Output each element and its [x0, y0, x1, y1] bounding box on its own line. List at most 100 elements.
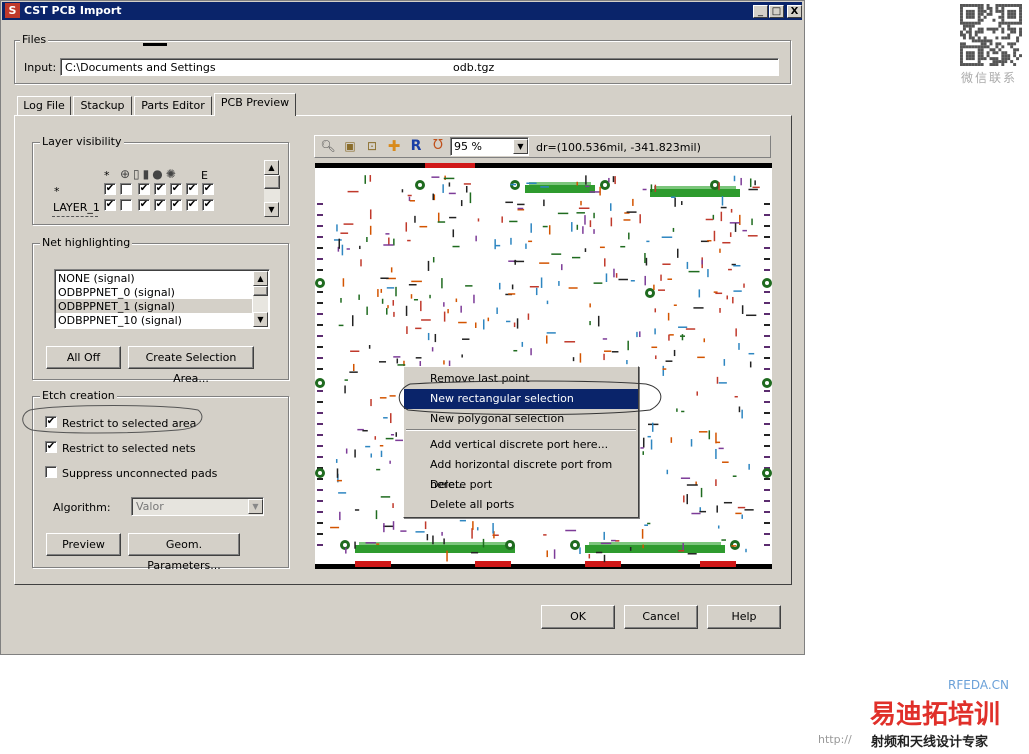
scroll-up-icon[interactable]: ▲	[264, 160, 279, 175]
chevron-down-icon[interactable]: ▼	[513, 139, 528, 154]
close-button[interactable]: X	[787, 5, 802, 18]
layer-visibility-checkbox[interactable]: ✔	[186, 183, 198, 195]
qr-module	[995, 9, 999, 13]
tab-stackup[interactable]: Stackup	[73, 96, 132, 116]
layer-visibility-checkbox[interactable]: ✔	[138, 199, 150, 211]
layer-visibility-checkbox[interactable]: ✔	[202, 199, 214, 211]
pcb-trace	[410, 294, 413, 299]
pcb-trace	[661, 236, 673, 238]
qr-module	[977, 6, 981, 10]
layer-visibility-checkbox[interactable]: ✔	[104, 183, 116, 195]
qr-module	[998, 24, 1002, 28]
title-bar[interactable]: S CST PCB Import _ □ X	[2, 2, 802, 20]
tab-pcb-preview[interactable]: PCB Preview	[214, 93, 296, 116]
input-path-field[interactable]: C:\Documents and Settings odb.tgz	[60, 58, 779, 76]
tab-log-file[interactable]: Log File	[17, 96, 71, 116]
layer-visibility-checkbox[interactable]: ✔	[186, 199, 198, 211]
qr-module	[960, 30, 963, 34]
net-list[interactable]: NONE (signal) ODBPPNET_0 (signal) ODBPPN…	[54, 269, 270, 329]
net-item-selected[interactable]: ODBPPNET_1 (signal)	[58, 300, 175, 313]
qr-module	[1010, 30, 1014, 34]
pcb-trace	[535, 287, 538, 296]
pcb-trace	[427, 260, 430, 271]
pcb-trace	[375, 510, 378, 520]
net-item[interactable]: ODBPPNET_0 (signal)	[58, 286, 175, 299]
cancel-button[interactable]: Cancel	[624, 605, 698, 629]
pcb-trace	[352, 363, 355, 371]
maximize-button[interactable]: □	[769, 5, 784, 18]
menu-item-delete-all-ports[interactable]: Delete all ports	[404, 495, 638, 515]
scroll-thumb[interactable]	[264, 175, 280, 189]
pcb-trace	[432, 193, 434, 201]
pcb-trace	[744, 509, 754, 511]
scroll-down-icon[interactable]: ▼	[264, 202, 279, 217]
cst-s-icon: S	[5, 3, 20, 18]
zoom-icon[interactable]: 🔍︎	[320, 138, 336, 154]
pcb-trace	[487, 317, 490, 322]
layer-row-name: LAYER_1	[53, 201, 100, 214]
layer-scrollbar[interactable]: ▲ ▼	[264, 160, 280, 217]
qr-module	[1019, 4, 1022, 7]
pcb-trace	[401, 189, 404, 193]
qr-module	[960, 54, 963, 58]
suppress-pads-checkbox[interactable]	[45, 466, 57, 478]
create-selection-area-button[interactable]: Create Selection Area...	[128, 346, 254, 385]
menu-item-delete-port[interactable]: Delete port	[404, 475, 638, 495]
all-off-button[interactable]: All Off	[46, 346, 121, 369]
qr-module	[965, 9, 969, 13]
preview-button[interactable]: Preview	[46, 533, 121, 556]
pcb-trace	[379, 397, 387, 399]
zoom-region-icon[interactable]: ⊡	[364, 138, 380, 154]
qr-module	[962, 36, 966, 40]
qr-module	[977, 57, 981, 61]
pcb-trace	[427, 332, 430, 341]
minimize-button[interactable]: _	[753, 5, 768, 18]
qr-module	[960, 6, 963, 10]
layer-visibility-checkbox[interactable]: ✔	[202, 183, 214, 195]
pan-icon[interactable]: ✚	[386, 138, 402, 154]
pcb-trace	[653, 284, 655, 291]
qr-module	[1019, 9, 1022, 13]
scroll-down-icon[interactable]: ▼	[253, 312, 268, 327]
ok-button[interactable]: OK	[541, 605, 615, 629]
pcb-via	[318, 281, 322, 285]
menu-item-add-vertical-port[interactable]: Add vertical discrete port here...	[404, 435, 638, 455]
qr-module	[968, 21, 972, 25]
net-list-scrollbar[interactable]: ▲ ▼	[253, 271, 268, 327]
net-item[interactable]: ODBPPNET_10 (signal)	[58, 314, 182, 327]
layer-visibility-checkbox[interactable]	[120, 199, 132, 211]
geom-parameters-button[interactable]: Geom. Parameters...	[128, 533, 240, 572]
layer-visibility-checkbox[interactable]: ✔	[170, 199, 182, 211]
zoom-select[interactable]: 95 % ▼	[450, 137, 529, 156]
layer-visibility-checkbox[interactable]: ✔	[154, 199, 166, 211]
layer-visibility-checkbox[interactable]: ✔	[170, 183, 182, 195]
pcb-trace	[546, 332, 556, 334]
zoom-fit-icon[interactable]: ▣	[342, 138, 358, 154]
qr-module	[960, 57, 963, 61]
pcb-trace	[644, 524, 648, 526]
help-button[interactable]: Help	[707, 605, 781, 629]
scroll-thumb[interactable]	[253, 286, 268, 296]
layer-header-e: E	[201, 169, 208, 182]
pcb-trace	[715, 292, 723, 295]
tab-parts-editor[interactable]: Parts Editor	[134, 96, 212, 116]
scroll-up-icon[interactable]: ▲	[253, 271, 268, 286]
qr-module	[1001, 60, 1005, 64]
menu-item-add-horizontal-port[interactable]: Add horizontal discrete port from here..…	[404, 455, 638, 491]
pcb-trace	[718, 382, 727, 384]
magnet-icon[interactable]: Ʊ	[430, 138, 446, 154]
qr-module	[971, 51, 975, 55]
reset-icon[interactable]: R	[408, 138, 424, 154]
layer-visibility-checkbox[interactable]	[120, 183, 132, 195]
pcb-trace	[690, 439, 693, 447]
layer-visibility-checkbox[interactable]: ✔	[104, 199, 116, 211]
qr-module	[960, 60, 963, 64]
pcb-trace	[614, 176, 616, 185]
layer-visibility-checkbox[interactable]: ✔	[154, 183, 166, 195]
net-item[interactable]: NONE (signal)	[58, 272, 135, 285]
pcb-trace	[593, 282, 603, 284]
layer-visibility-checkbox[interactable]: ✔	[138, 183, 150, 195]
algorithm-select[interactable]: Valor ▼	[131, 497, 264, 516]
chevron-down-icon[interactable]: ▼	[248, 499, 263, 514]
restrict-nets-checkbox[interactable]: ✔	[45, 441, 57, 453]
